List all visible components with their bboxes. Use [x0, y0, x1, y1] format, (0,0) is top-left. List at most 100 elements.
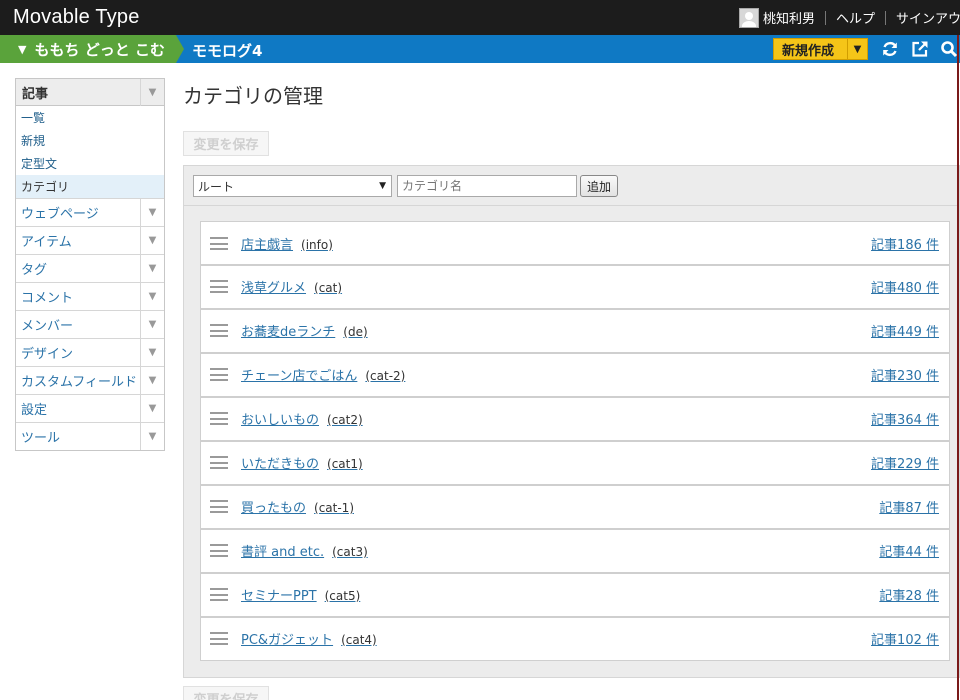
sidebar-section-label: 記事: [22, 86, 49, 102]
separator: [824, 10, 826, 25]
category-name-link[interactable]: 書評 and etc.: [241, 545, 324, 560]
sidebar-subitem-list[interactable]: 一覧: [16, 106, 164, 129]
category-name-input[interactable]: [397, 175, 577, 197]
category-name-link[interactable]: 買ったもの: [241, 501, 306, 516]
chevron-down-icon[interactable]: ▼: [140, 227, 164, 254]
drag-handle-icon[interactable]: [210, 544, 228, 557]
site-navigation-bar: ▼ ももち どっと こむ モモログ4 新規作成 ▼: [0, 35, 960, 63]
sidebar-item-webpages[interactable]: ウェブページ ▼: [16, 198, 164, 226]
category-name-link[interactable]: 店主戯言: [241, 238, 293, 253]
external-view-icon[interactable]: [911, 40, 929, 58]
category-slug: (cat-2): [365, 369, 406, 383]
parent-category-select[interactable]: ルート ▼: [193, 175, 392, 197]
sidebar-item-label: ウェブページ: [21, 207, 99, 222]
drag-handle-icon[interactable]: [210, 237, 228, 250]
drag-handle-icon[interactable]: [210, 324, 228, 337]
category-row[interactable]: いただきもの (cat1) 記事229 件: [200, 441, 950, 485]
category-name-link[interactable]: おいしいもの: [241, 413, 319, 428]
help-link[interactable]: ヘルプ: [836, 8, 875, 27]
category-row[interactable]: PC&ガジェット (cat4) 記事102 件: [200, 617, 950, 661]
drag-handle-icon[interactable]: [210, 500, 228, 513]
save-changes-button-bottom[interactable]: 変更を保存: [183, 686, 269, 700]
category-entry-count-link[interactable]: 記事480 件: [871, 277, 939, 296]
drag-handle-icon[interactable]: [210, 632, 228, 645]
category-slug: (cat2): [327, 413, 363, 427]
category-name-link[interactable]: 浅草グルメ: [241, 281, 306, 296]
category-name-link[interactable]: チェーン店でごはん: [241, 369, 357, 384]
category-toolbar: ルート ▼ 追加: [184, 166, 960, 206]
user-avatar-icon[interactable]: [738, 7, 759, 28]
sidebar-item-custom-fields[interactable]: カスタムフィールド ▼: [16, 366, 164, 394]
sidebar-item-label: アイテム: [21, 235, 72, 250]
global-header: Movable Type 桃知利男 ヘルプ サインアウト: [0, 0, 960, 35]
category-row[interactable]: 書評 and etc. (cat3) 記事44 件: [200, 529, 950, 573]
sidebar-subitem-categories[interactable]: カテゴリ: [16, 175, 164, 198]
chevron-down-icon[interactable]: ▼: [140, 78, 164, 106]
category-name-link[interactable]: お蕎麦deランチ: [241, 325, 335, 340]
breadcrumb-chevron-icon: [176, 35, 184, 63]
category-row[interactable]: セミナーPPT (cat5) 記事28 件: [200, 573, 950, 617]
save-changes-button[interactable]: 変更を保存: [183, 131, 269, 156]
blog-name-link[interactable]: モモログ4: [192, 40, 262, 61]
category-entry-count-link[interactable]: 記事230 件: [871, 365, 939, 384]
brand-logo[interactable]: Movable Type: [13, 6, 140, 29]
drag-handle-icon[interactable]: [210, 588, 228, 601]
category-slug: (de): [343, 325, 368, 339]
window-edge: [957, 35, 959, 700]
category-entry-count-link[interactable]: 記事364 件: [871, 409, 939, 428]
category-row[interactable]: チェーン店でごはん (cat-2) 記事230 件: [200, 353, 950, 397]
category-row[interactable]: 浅草グルメ (cat) 記事480 件: [200, 265, 950, 309]
category-entry-count-link[interactable]: 記事28 件: [879, 585, 939, 604]
signout-link[interactable]: サインアウト: [896, 8, 960, 27]
chevron-down-icon[interactable]: ▼: [140, 283, 164, 310]
category-entry-count-link[interactable]: 記事44 件: [879, 541, 939, 560]
drag-handle-icon[interactable]: [210, 280, 228, 293]
new-create-button[interactable]: 新規作成 ▼: [773, 38, 868, 60]
category-slug: (info): [301, 237, 333, 252]
category-row[interactable]: 買ったもの (cat-1) 記事87 件: [200, 485, 950, 529]
drag-handle-icon[interactable]: [210, 412, 228, 425]
chevron-down-icon[interactable]: ▼: [140, 199, 164, 226]
refresh-icon[interactable]: [881, 40, 899, 58]
category-name-link[interactable]: いただきもの: [241, 457, 319, 472]
sidebar-item-label: デザイン: [21, 347, 74, 362]
sidebar-item-comments[interactable]: コメント ▼: [16, 282, 164, 310]
category-entry-count-link[interactable]: 記事449 件: [871, 321, 939, 340]
sidebar-section-entries[interactable]: 記事 ▼: [16, 78, 164, 106]
chevron-down-icon[interactable]: ▼: [140, 339, 164, 366]
search-icon[interactable]: [940, 40, 958, 58]
sidebar-item-settings[interactable]: 設定 ▼: [16, 394, 164, 422]
drag-handle-icon[interactable]: [210, 368, 228, 381]
chevron-down-icon[interactable]: ▼: [140, 255, 164, 282]
page-title: カテゴリの管理: [183, 84, 323, 108]
chevron-down-icon[interactable]: ▼: [140, 395, 164, 422]
dropdown-arrow-icon[interactable]: ▼: [847, 39, 867, 59]
user-name-link[interactable]: 桃知利男: [763, 8, 815, 27]
category-row[interactable]: 店主戯言 (info) 記事186 件: [200, 221, 950, 265]
drag-handle-icon[interactable]: [210, 456, 228, 469]
category-entry-count-link[interactable]: 記事87 件: [879, 497, 939, 516]
sidebar-item-assets[interactable]: アイテム ▼: [16, 226, 164, 254]
site-switcher[interactable]: ▼ ももち どっと こむ: [0, 35, 176, 63]
category-name-link[interactable]: セミナーPPT: [241, 589, 317, 604]
category-entry-count-link[interactable]: 記事186 件: [871, 234, 939, 253]
category-entry-count-link[interactable]: 記事102 件: [871, 629, 939, 648]
category-slug: (cat5): [324, 589, 361, 603]
chevron-down-icon[interactable]: ▼: [140, 367, 164, 394]
chevron-down-icon[interactable]: ▼: [140, 311, 164, 338]
add-category-button[interactable]: 追加: [580, 175, 618, 197]
sidebar-subitem-new[interactable]: 新規: [16, 129, 164, 152]
chevron-down-icon[interactable]: ▼: [140, 423, 164, 450]
sidebar-item-tools[interactable]: ツール ▼: [16, 422, 164, 450]
category-row[interactable]: お蕎麦deランチ (de) 記事449 件: [200, 309, 950, 353]
category-row[interactable]: おいしいもの (cat2) 記事364 件: [200, 397, 950, 441]
category-name-link[interactable]: PC&ガジェット: [241, 633, 333, 648]
sidebar-item-design[interactable]: デザイン ▼: [16, 338, 164, 366]
category-entry-count-link[interactable]: 記事229 件: [871, 453, 939, 472]
select-arrow-icon: ▼: [379, 181, 386, 191]
sidebar-subitem-boilerplate[interactable]: 定型文: [16, 152, 164, 175]
sidebar-item-members[interactable]: メンバー ▼: [16, 310, 164, 338]
sidebar-item-label: タグ: [21, 263, 48, 278]
sidebar-item-tags[interactable]: タグ ▼: [16, 254, 164, 282]
new-create-label: 新規作成: [782, 43, 835, 59]
